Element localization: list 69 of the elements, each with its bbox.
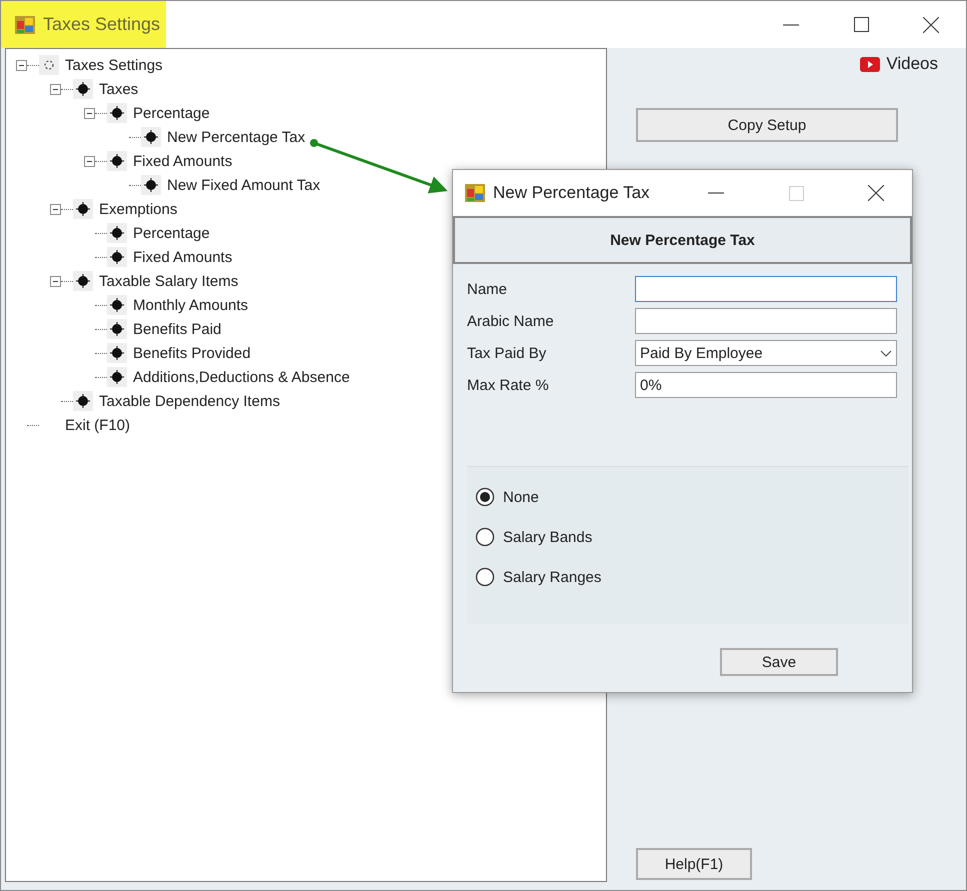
radio-label: Salary Ranges	[503, 568, 602, 586]
radio-label: None	[503, 488, 539, 506]
collapse-icon[interactable]	[50, 204, 61, 214]
close-icon[interactable]	[923, 16, 939, 32]
bullet-icon	[73, 391, 93, 411]
tree-item[interactable]: Exemptions	[99, 200, 178, 218]
tree-item[interactable]: Taxable Salary Items	[99, 272, 238, 290]
node-icon	[39, 55, 59, 75]
copy-setup-button[interactable]: Copy Setup	[636, 108, 898, 142]
app-icon	[465, 184, 485, 202]
tree-item[interactable]: Benefits Paid	[133, 320, 222, 338]
dialog-header: New Percentage Tax	[453, 216, 912, 264]
field-label: Arabic Name	[467, 312, 555, 330]
maximize-icon	[788, 186, 804, 200]
collapse-icon[interactable]	[16, 60, 27, 70]
tree-item[interactable]: Benefits Provided	[133, 344, 251, 362]
tree-item[interactable]: New Percentage Tax	[167, 128, 306, 146]
tree-item[interactable]: Percentage	[133, 224, 210, 242]
tree-item[interactable]: Fixed Amounts	[133, 248, 232, 266]
tree-item[interactable]: Percentage	[133, 104, 210, 122]
minimize-icon[interactable]	[783, 24, 799, 26]
bullet-icon	[107, 247, 127, 267]
radio-button[interactable]	[475, 567, 495, 587]
close-icon[interactable]	[868, 185, 884, 201]
bullet-icon	[107, 151, 127, 171]
field-label: Tax Paid By	[467, 344, 548, 362]
bullet-icon	[107, 319, 127, 339]
tree-item[interactable]: New Fixed Amount Tax	[167, 176, 320, 194]
window-title: Taxes Settings	[43, 14, 160, 35]
bullet-icon	[107, 223, 127, 243]
maximize-icon[interactable]	[854, 17, 868, 32]
input-field[interactable]	[635, 308, 897, 334]
chevron-icon	[880, 350, 892, 356]
radio-label: Salary Bands	[503, 528, 592, 546]
bullet-icon	[73, 199, 93, 219]
collapse-icon[interactable]	[50, 84, 61, 94]
bullet-icon	[73, 271, 93, 291]
help-button[interactable]: Help(F1)	[636, 848, 752, 880]
bullet-icon	[107, 103, 127, 123]
input-field[interactable]: 0%	[635, 372, 897, 398]
tree-item[interactable]: Exit (F10)	[65, 416, 130, 434]
bullet-icon	[141, 127, 161, 147]
collapse-icon[interactable]	[84, 156, 95, 166]
bullet-icon	[73, 79, 93, 99]
input-field[interactable]	[635, 276, 897, 302]
tree-item[interactable]: Taxes Settings	[65, 56, 163, 74]
minimize-icon[interactable]	[708, 192, 724, 194]
bullet-icon	[107, 343, 127, 363]
radio-button[interactable]	[475, 527, 495, 547]
bullet-icon	[141, 175, 161, 195]
play-icon	[860, 56, 880, 72]
collapse-icon[interactable]	[84, 108, 95, 118]
tree-item[interactable]: Taxable Dependency Items	[99, 392, 280, 410]
tree-item[interactable]: Taxes	[99, 80, 138, 98]
field-label: Max Rate %	[467, 376, 550, 394]
bullet-icon	[107, 367, 127, 387]
videos-label: Videos	[886, 54, 938, 74]
collapse-icon[interactable]	[50, 276, 61, 286]
tree-item[interactable]: Additions,Deductions & Absence	[133, 368, 350, 386]
bullet-icon	[107, 295, 127, 315]
dialog-title: New Percentage Tax	[493, 183, 650, 203]
videos-link[interactable]: Videos	[860, 54, 938, 74]
tree-item[interactable]: Monthly Amounts	[133, 296, 248, 314]
field-label: Name	[467, 280, 508, 298]
dropdown-field[interactable]: Paid By Employee	[635, 340, 897, 366]
radio-button[interactable]	[475, 487, 495, 507]
tree-item[interactable]: Fixed Amounts	[133, 152, 232, 170]
save-button[interactable]: Save	[720, 648, 838, 676]
app-icon	[15, 16, 35, 34]
